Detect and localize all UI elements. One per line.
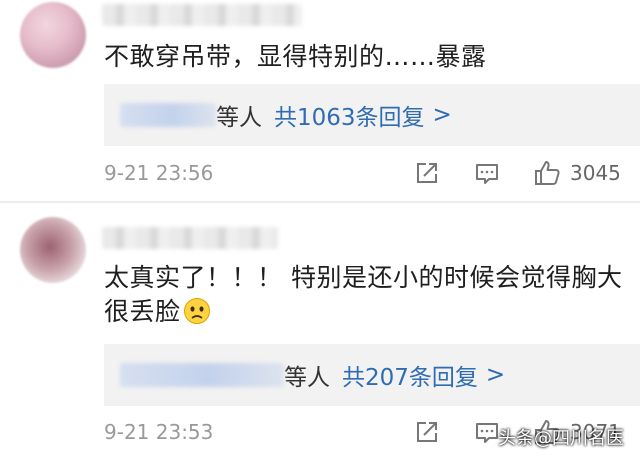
comment-meta: 9-21 23:56 3045 bbox=[104, 158, 640, 192]
comment-text: 不敢穿吊带，显得特别的……暴露 bbox=[104, 42, 487, 71]
reply-summary[interactable]: 等人 共1063条回复 > bbox=[104, 84, 640, 146]
comment-item: 太真实了！！！ 特别是还小的时候会觉得胸大很丢脸 等人 共207条回复 > 9-… bbox=[0, 205, 640, 460]
sad-face-emoji bbox=[183, 297, 211, 325]
avatar[interactable] bbox=[20, 2, 86, 68]
avatar[interactable] bbox=[20, 217, 86, 283]
username-blurred[interactable] bbox=[102, 227, 278, 249]
replier-names-blurred bbox=[120, 363, 284, 387]
share-icon[interactable] bbox=[412, 417, 442, 447]
reply-suffix: 等人 bbox=[216, 105, 262, 131]
replier-names-blurred bbox=[120, 103, 216, 127]
like-count: 3045 bbox=[570, 161, 621, 185]
watermark: 头条@四川名医 bbox=[498, 428, 624, 449]
chevron-right-icon[interactable]: > bbox=[433, 102, 452, 128]
reply-count-link[interactable]: 共207条回复 bbox=[342, 358, 478, 392]
reply-count-link[interactable]: 共1063条回复 bbox=[274, 98, 425, 132]
divider bbox=[0, 201, 640, 203]
share-icon[interactable] bbox=[412, 158, 442, 188]
timestamp: 9-21 23:56 bbox=[104, 161, 214, 185]
reply-icon[interactable] bbox=[472, 158, 502, 188]
comment-text: 太真实了！！！ 特别是还小的时候会觉得胸大很丢脸 bbox=[104, 261, 624, 329]
chevron-right-icon[interactable]: > bbox=[486, 362, 505, 388]
username-blurred[interactable] bbox=[102, 4, 302, 26]
reply-suffix: 等人 bbox=[284, 365, 330, 391]
comment-item: 不敢穿吊带，显得特别的……暴露 等人 共1063条回复 > 9-21 23:56… bbox=[0, 0, 640, 200]
reply-summary[interactable]: 等人 共207条回复 > bbox=[104, 344, 640, 406]
like-icon[interactable] bbox=[532, 158, 562, 188]
timestamp: 9-21 23:53 bbox=[104, 420, 214, 444]
